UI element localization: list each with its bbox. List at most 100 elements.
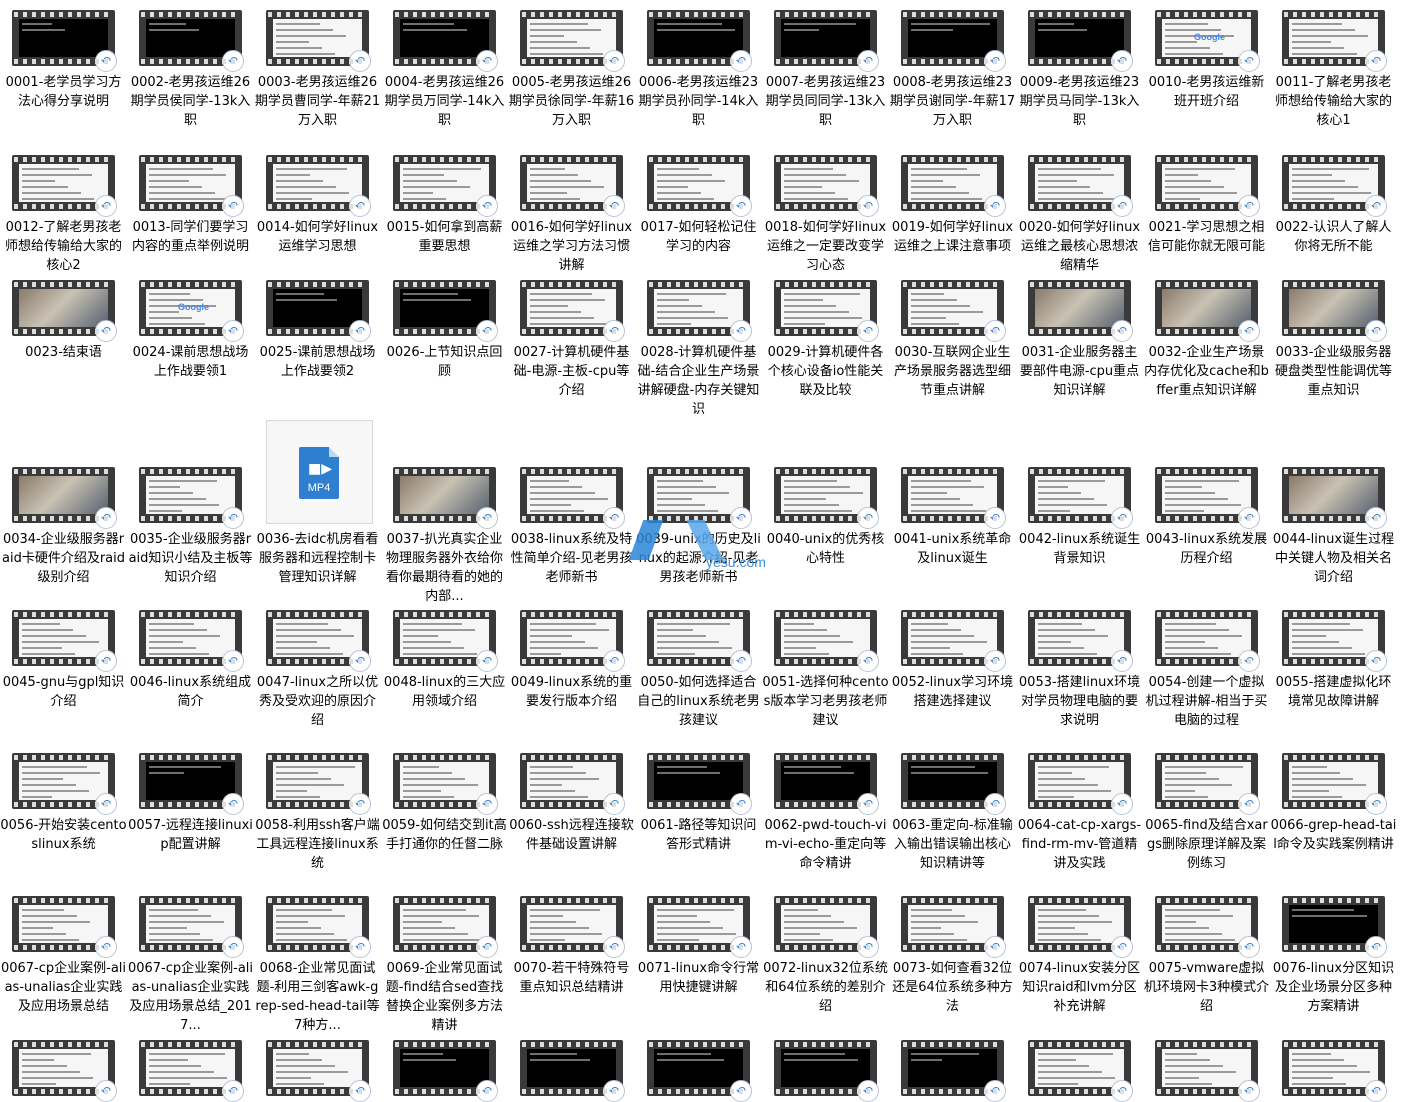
file-name-label: 0020-如何学好linux运维之最核心思想浓缩精华: [1018, 220, 1141, 273]
shortcut-arrow-icon: ↶: [349, 195, 371, 217]
thumbnail-preview: [1289, 164, 1378, 202]
shortcut-arrow-icon: ↶: [1111, 195, 1133, 217]
video-thumbnail: ↶: [647, 896, 752, 958]
video-thumbnail: ↶: [1155, 1040, 1260, 1102]
video-thumbnail: ↶: [1028, 155, 1133, 217]
thumbnail-preview: [400, 289, 489, 327]
thumbnail-preview: [19, 19, 108, 57]
file-name-label: 0035-企业级服务器raid知识小结及主板等知识介绍: [128, 532, 253, 585]
shortcut-arrow-icon: ↶: [222, 507, 244, 529]
file-name-label: 0019-如何学好linux运维之上课注意事项: [891, 220, 1014, 254]
file-name-label: 0015-如何拿到高薪重要思想: [386, 220, 503, 254]
shortcut-arrow-icon: ↶: [603, 793, 625, 815]
video-thumbnail: ↶: [393, 467, 498, 529]
file-name-label: 0057-远程连接linuxip配置讲解: [128, 818, 253, 852]
shortcut-arrow-icon: ↶: [984, 793, 1006, 815]
video-thumbnail: ↶: [12, 467, 117, 529]
shortcut-arrow-icon: ↶: [857, 195, 879, 217]
video-thumbnail: ↶: [520, 610, 625, 672]
file-name-label: 0006-老男孩运维23期学员孙同学-14k入职: [638, 75, 759, 128]
thumbnail-preview: [1035, 1049, 1124, 1087]
thumbnail-preview: [19, 164, 108, 202]
file-name-label: 0003-老男孩运维26期学员曹同学-年薪21万入职: [254, 75, 381, 128]
shortcut-arrow-icon: ↶: [1365, 793, 1387, 815]
thumbnail-preview: Google: [1162, 19, 1251, 57]
thumbnail-preview: [1289, 1049, 1378, 1087]
video-thumbnail: ↶: [901, 10, 1006, 72]
shortcut-arrow-icon: ↶: [857, 320, 879, 342]
watermark-text: yesu.com: [706, 554, 766, 570]
file-name-label: 0054-创建一个虚拟机过程讲解-相当于买电脑的过程: [1145, 675, 1268, 728]
shortcut-arrow-icon: ↶: [1238, 50, 1260, 72]
video-thumbnail: ↶: [647, 467, 752, 529]
thumbnail-preview: [19, 1049, 108, 1087]
shortcut-arrow-icon: ↶: [603, 650, 625, 672]
video-thumbnail: ↶: [1028, 1040, 1133, 1102]
shortcut-arrow-icon: ↶: [95, 793, 117, 815]
thumbnail-preview: [527, 1049, 616, 1087]
shortcut-arrow-icon: ↶: [1365, 50, 1387, 72]
file-name-label: 0017-如何轻松记住学习的内容: [640, 220, 757, 254]
file-name-label: 0055-搭建虚拟化环境常见故障讲解: [1275, 675, 1392, 709]
video-thumbnail: ↶: [520, 155, 625, 217]
video-thumbnail: ↶: [1155, 467, 1260, 529]
video-thumbnail: ↶: [647, 753, 752, 815]
google-logo: Google: [1194, 32, 1225, 42]
shortcut-arrow-icon: ↶: [95, 1080, 117, 1102]
thumbnail-preview: [1162, 905, 1251, 943]
video-thumbnail: ↶: [1282, 467, 1387, 529]
file-name-label: 0045-gnu与gpl知识介绍: [2, 675, 125, 709]
thumbnail-preview: [400, 905, 489, 943]
shortcut-arrow-icon: ↶: [95, 936, 117, 958]
shortcut-arrow-icon: ↶: [1111, 936, 1133, 958]
video-thumbnail: ↶: [266, 10, 371, 72]
shortcut-arrow-icon: ↶: [730, 793, 752, 815]
video-thumbnail: ↶: [774, 896, 879, 958]
shortcut-arrow-icon: ↶: [1111, 1080, 1133, 1102]
thumbnail-preview: [1289, 905, 1378, 943]
thumbnail-preview: [1162, 289, 1251, 327]
video-thumbnail: ↶: [393, 896, 498, 958]
video-thumbnail: ↶: [266, 155, 371, 217]
shortcut-arrow-icon: ↶: [1111, 50, 1133, 72]
file-name-label: 0029-计算机硬件各个核心设备io性能关联及比较: [767, 345, 884, 398]
thumbnail-preview: [654, 905, 743, 943]
shortcut-arrow-icon: ↶: [603, 1080, 625, 1102]
shortcut-arrow-icon: ↶: [603, 320, 625, 342]
video-thumbnail: ↶: [266, 896, 371, 958]
file-name-label: 0064-cat-cp-xargs-find-rm-mv-管道精讲及实践: [1017, 818, 1142, 871]
video-thumbnail: ↶: [393, 610, 498, 672]
shortcut-arrow-icon: ↶: [857, 507, 879, 529]
video-thumbnail: Google ↶: [1155, 10, 1260, 72]
shortcut-arrow-icon: ↶: [222, 1080, 244, 1102]
shortcut-arrow-icon: ↶: [95, 320, 117, 342]
shortcut-arrow-icon: ↶: [730, 1080, 752, 1102]
shortcut-arrow-icon: ↶: [1238, 1080, 1260, 1102]
video-thumbnail: ↶: [774, 753, 879, 815]
thumbnail-preview: Google: [146, 289, 235, 327]
thumbnail-preview: [273, 289, 362, 327]
video-thumbnail: ↶: [266, 1040, 371, 1102]
thumbnail-preview: [19, 762, 108, 800]
file-name-label: 0005-老男孩运维26期学员徐同学-年薪16万入职: [508, 75, 635, 128]
file-name-label: 0008-老男孩运维23期学员谢同学-年薪17万入职: [889, 75, 1016, 128]
thumbnail-preview: [400, 619, 489, 657]
thumbnail-preview: [1035, 619, 1124, 657]
file-name-label: 0034-企业级服务器raid卡硬件介绍及raid级别介绍: [1, 532, 125, 585]
shortcut-arrow-icon: ↶: [349, 1080, 371, 1102]
file-name-label: 0041-unix系统革命及linux诞生: [893, 532, 1012, 566]
file-name-label: 0030-互联网企业生产场景服务器选型细节重点讲解: [893, 345, 1011, 398]
thumbnail-preview: [654, 289, 743, 327]
file-name-label: 0072-linux32位系统和64位系统的差别介绍: [763, 961, 888, 1014]
shortcut-arrow-icon: ↶: [476, 1080, 498, 1102]
video-thumbnail: Google ↶: [139, 280, 244, 342]
file-name-label: 0052-linux学习环境搭建选择建议: [891, 675, 1014, 709]
thumbnail-preview: [19, 619, 108, 657]
file-name-label: 0004-老男孩运维26期学员万同学-14k入职: [384, 75, 505, 128]
thumbnail-preview: [908, 1049, 997, 1087]
shortcut-arrow-icon: ↶: [1365, 936, 1387, 958]
video-thumbnail: ↶: [393, 280, 498, 342]
shortcut-arrow-icon: ↶: [857, 50, 879, 72]
video-thumbnail: ↶: [139, 610, 244, 672]
shortcut-arrow-icon: ↶: [984, 507, 1006, 529]
